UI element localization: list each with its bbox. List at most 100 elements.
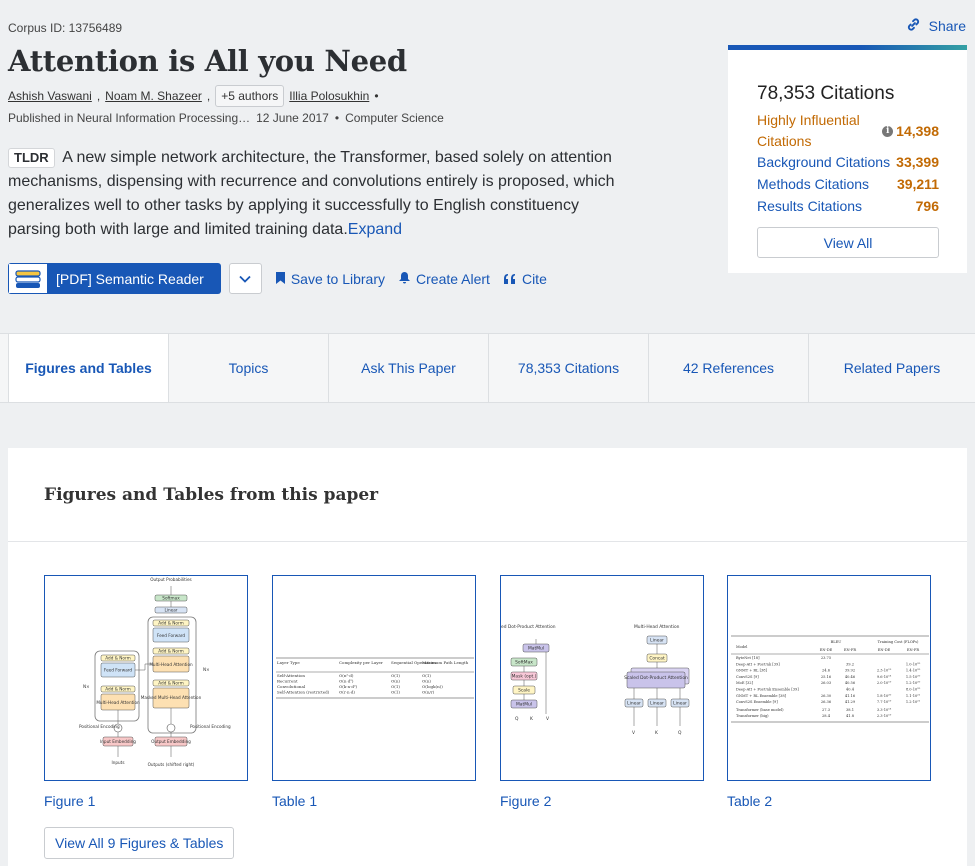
table-cell: 28.4 <box>822 714 831 718</box>
save-label: Save to Library <box>290 270 386 287</box>
tab-figures-and-tables[interactable]: Figures and Tables <box>8 334 169 402</box>
table-cell: 1.1·10²¹ <box>906 694 921 698</box>
highly-influential-value: 14,398 <box>896 123 939 139</box>
citations-summary-card: 78,353 Citations Highly Influential Cita… <box>728 45 967 273</box>
background-citations-label: Background Citations <box>757 154 891 170</box>
highly-influential-row[interactable]: Highly Influential Citations i 14,398 <box>757 110 939 152</box>
create-alert-button[interactable]: Create Alert <box>399 271 490 287</box>
svg-text:SoftMax: SoftMax <box>515 660 533 666</box>
table-cell: ConvS2S Ensemble [9] <box>736 700 778 704</box>
highly-influential-label-2: Citations <box>757 133 812 149</box>
table-cell: O(1) <box>391 684 400 689</box>
svg-text:Add & Norm: Add & Norm <box>105 687 130 692</box>
share-button[interactable]: Share <box>906 17 966 35</box>
svg-text:N×: N× <box>203 667 210 672</box>
svg-text:MatMul: MatMul <box>516 702 532 708</box>
table-cell: 25.16 <box>821 675 832 679</box>
svg-text:Q: Q <box>515 716 519 722</box>
methods-citations-row[interactable]: Methods Citations 39,211 <box>757 176 939 192</box>
alert-label: Create Alert <box>416 270 490 287</box>
semantic-reader-button[interactable]: [PDF] Semantic Reader <box>8 263 221 294</box>
reader-dropdown-button[interactable] <box>228 263 262 294</box>
author-link[interactable]: Ashish Vaswani <box>8 89 92 103</box>
table-cell: O(n) <box>422 679 431 684</box>
tldr-section: TLDR A new simple network architecture, … <box>8 146 628 242</box>
table-cell: 26.30 <box>821 694 832 698</box>
svg-text:Masked Multi-Head Attention: Masked Multi-Head Attention <box>141 695 202 700</box>
results-citations-label: Results Citations <box>757 198 863 214</box>
figures-panel: Figures and Tables from this paper Outpu… <box>8 448 967 866</box>
svg-text:Scaled Dot-Product Attention: Scaled Dot-Product Attention <box>624 675 688 681</box>
info-icon[interactable]: i <box>882 125 894 137</box>
chevron-down-icon <box>239 270 251 288</box>
results-citations-value: 796 <box>915 198 939 214</box>
more-authors-button[interactable]: +5 authors <box>215 85 285 107</box>
svg-text:EN-FR: EN-FR <box>844 648 856 652</box>
table-cell: Deep-Att + PosUnk Ensemble [39] <box>736 688 799 692</box>
svg-text:Training Cost (FLOPs): Training Cost (FLOPs) <box>878 640 919 644</box>
svg-text:Feed Forward: Feed Forward <box>157 633 186 638</box>
figure-caption-4[interactable]: Table 2 <box>727 793 772 809</box>
corpus-id: Corpus ID: 13756489 <box>8 21 123 35</box>
venue[interactable]: Published in Neural Information Processi… <box>8 111 250 125</box>
figure-caption-2[interactable]: Table 1 <box>272 793 317 809</box>
table-cell: Recurrent <box>277 679 298 684</box>
view-all-figures-button[interactable]: View All 9 Figures & Tables <box>44 827 235 859</box>
table-cell: ByteNet [18] <box>736 656 760 660</box>
paper-title: Attention is All you Need <box>8 44 407 78</box>
svg-text:N×: N× <box>83 684 90 689</box>
tab-ask-this-paper[interactable]: Ask This Paper <box>329 334 489 402</box>
author-link[interactable]: Noam M. Shazeer <box>105 89 202 103</box>
svg-text:Multi-Head Attention: Multi-Head Attention <box>634 624 680 630</box>
table-cell: Transformer (base model) <box>736 708 784 712</box>
table-cell: 1.2·10²⁰ <box>906 681 921 685</box>
background-citations-row[interactable]: Background Citations 33,399 <box>757 154 939 170</box>
pub-date: 12 June 2017 <box>256 111 329 125</box>
figure-thumbnail-4[interactable]: Model BLEU Training Cost (FLOPs) EN-DE E… <box>727 575 931 781</box>
figures-section-title: Figures and Tables from this paper <box>44 485 379 505</box>
table-cell: O(n/r) <box>422 690 435 695</box>
expand-link[interactable]: Expand <box>348 221 402 238</box>
svg-text:Output Embedding: Output Embedding <box>151 739 191 744</box>
author-link[interactable]: Illia Polosukhin <box>289 89 369 103</box>
figure-thumbnail-2[interactable]: Layer Type Complexity per Layer Sequenti… <box>272 575 476 781</box>
cite-button[interactable]: Cite <box>503 270 547 287</box>
publication-info: Published in Neural Information Processi… <box>8 111 444 125</box>
table-cell: GNMT + RL [38] <box>736 669 768 673</box>
separator-dot: • <box>334 111 340 125</box>
fig1-linear: Linear <box>164 608 177 613</box>
tldr-badge: TLDR <box>8 148 55 168</box>
bookmark-icon <box>275 271 285 287</box>
fig1-softmax: Softmax <box>162 596 180 601</box>
figure-thumbnail-3[interactable]: ed Dot-Product Attention Multi-Head Atte… <box>500 575 704 781</box>
svg-text:ed Dot-Product Attention: ed Dot-Product Attention <box>501 624 556 630</box>
table-cell: O(n) <box>391 679 400 684</box>
table-cell: 1.8·10²⁰ <box>877 694 892 698</box>
tldr-text: A new simple network architecture, the T… <box>8 149 615 238</box>
svg-text:K: K <box>655 730 658 736</box>
tab-topics[interactable]: Topics <box>169 334 329 402</box>
cite-label: Cite <box>521 270 547 287</box>
svg-text:Layer Type: Layer Type <box>277 660 300 665</box>
save-to-library-button[interactable]: Save to Library <box>275 270 386 287</box>
svg-text:Linear: Linear <box>627 701 641 707</box>
results-citations-row[interactable]: Results Citations 796 <box>757 198 939 214</box>
table-cell: 26.03 <box>821 681 832 685</box>
table-cell: O(1) <box>422 673 431 678</box>
share-label: Share <box>928 18 966 34</box>
figure-caption-3[interactable]: Figure 2 <box>500 793 551 809</box>
view-all-citations-button[interactable]: View All <box>757 227 939 258</box>
tab-related-papers[interactable]: Related Papers <box>809 334 975 402</box>
table-cell: Self-Attention (restricted) <box>277 690 330 695</box>
quote-icon <box>503 271 516 287</box>
table-cell: 8.0·10²⁰ <box>906 688 921 692</box>
svg-text:EN-DE: EN-DE <box>820 648 833 652</box>
figure-thumbnail-1[interactable]: Output Probabilities Softmax Linear Add … <box>44 575 248 781</box>
table-cell: O(n²·d) <box>339 673 354 678</box>
table-cell: 39.92 <box>845 669 855 673</box>
table-cell: O(1) <box>391 673 400 678</box>
tab-citations[interactable]: 78,353 Citations <box>489 334 649 402</box>
figure-caption-1[interactable]: Figure 1 <box>44 793 95 809</box>
tab-references[interactable]: 42 References <box>649 334 809 402</box>
reader-book-icon <box>8 263 48 294</box>
